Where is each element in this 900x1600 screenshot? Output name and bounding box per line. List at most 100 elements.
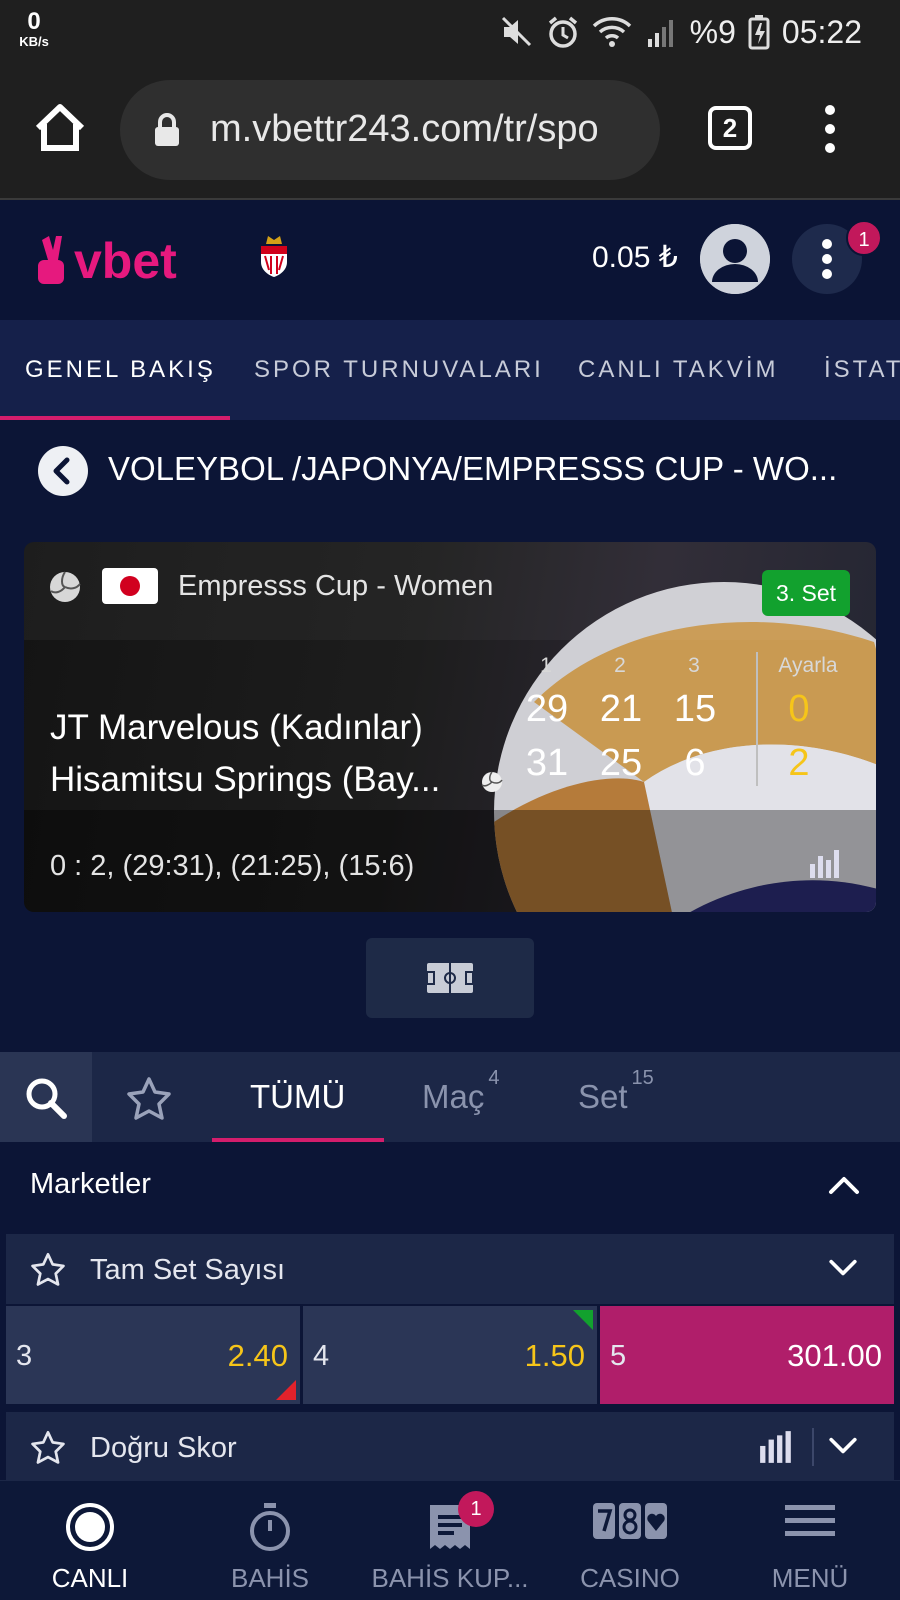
- match-scoreboard: Empresss Cup - Women 3. Set 1 2 3 Ayarla…: [24, 542, 876, 912]
- home-icon[interactable]: [32, 100, 88, 156]
- markets-title: Marketler: [30, 1168, 151, 1200]
- tab-set[interactable]: Set 15: [578, 1067, 654, 1116]
- home-set3-score: 15: [673, 688, 717, 730]
- home-total-sets: 0: [788, 688, 810, 730]
- team-home-name: JT Marvelous (Kadınlar): [50, 708, 423, 747]
- bottom-navigation: CANLI BAHİS BAHİS KUP... 1 CASINO MENÜ: [0, 1480, 900, 1600]
- nav-casino[interactable]: CASINO: [540, 1481, 720, 1600]
- home-set2-score: 21: [599, 688, 643, 730]
- tab-canli-takvim[interactable]: CANLI TAKVİM: [578, 356, 778, 384]
- user-avatar-icon[interactable]: [700, 224, 770, 294]
- away-set3-score: 6: [684, 742, 706, 784]
- league-name: Empresss Cup - Women: [178, 570, 494, 602]
- search-icon[interactable]: [0, 1052, 92, 1142]
- betslip-count-badge: 1: [458, 1491, 494, 1527]
- odd-label: 5: [610, 1340, 627, 1372]
- tab-istatistik[interactable]: İSTATİSTİK: [824, 356, 900, 384]
- current-set-badge: 3. Set: [762, 570, 850, 616]
- odds-down-indicator-icon: [276, 1380, 296, 1400]
- tab-tumu-label: TÜMÜ: [250, 1078, 346, 1115]
- nav-label: CANLI: [51, 1563, 129, 1593]
- markets-section-header[interactable]: Marketler: [0, 1142, 900, 1232]
- odd-button-5[interactable]: 5 301.00: [600, 1306, 894, 1404]
- total-header: Ayarla: [778, 654, 838, 677]
- status-bar: 0 KB/s %9 05:22: [0, 0, 900, 64]
- chevron-down-icon[interactable]: [828, 1258, 858, 1283]
- live-icon: [64, 1501, 116, 1558]
- tab-mac-count: 4: [488, 1067, 500, 1089]
- serving-indicator-icon: [480, 770, 504, 799]
- tab-tumu[interactable]: TÜMÜ: [250, 1078, 345, 1116]
- market-dogru-skor[interactable]: Doğru Skor: [6, 1412, 894, 1482]
- club-crest-icon: [258, 234, 290, 278]
- away-set2-score: 25: [599, 742, 643, 784]
- vbet-logo[interactable]: vbet: [36, 226, 216, 289]
- nav-canli[interactable]: CANLI: [0, 1481, 180, 1600]
- address-bar[interactable]: m.vbettr243.com/tr/spo: [120, 80, 660, 180]
- tab-mac[interactable]: Maç 4: [422, 1067, 499, 1116]
- nav-bahis[interactable]: BAHİS: [180, 1481, 360, 1600]
- statistics-icon[interactable]: [758, 1430, 794, 1469]
- battery-percent: %9: [689, 13, 736, 50]
- battery-charging-icon: [748, 14, 770, 50]
- section-tabs: GENEL BAKIŞ SPOR TURNUVALARI CANLI TAKVİ…: [0, 320, 900, 420]
- nav-label: CASINO: [580, 1563, 680, 1593]
- favorites-star-icon[interactable]: [126, 1076, 172, 1125]
- chevron-down-icon[interactable]: [828, 1436, 858, 1461]
- statistics-icon[interactable]: [808, 848, 842, 883]
- url-text: m.vbettr243.com/tr/spo: [210, 108, 599, 150]
- network-speed: 0 KB/s: [14, 10, 54, 49]
- breadcrumb-title: VOLEYBOL /JAPONYA/EMPRESSS CUP - WO...: [108, 450, 838, 487]
- team-away-name: Hisamitsu Springs (Bay...: [50, 760, 441, 799]
- stopwatch-icon: [246, 1501, 294, 1558]
- tab-mac-label: Maç: [422, 1078, 485, 1115]
- league-header: Empresss Cup - Women 3. Set: [24, 542, 876, 640]
- hamburger-icon: [785, 1501, 835, 1546]
- tab-genel-bakis[interactable]: GENEL BAKIŞ: [25, 356, 216, 384]
- odd-value: 2.40: [227, 1338, 288, 1373]
- score-summary: 0 : 2, (29:31), (21:25), (15:6): [50, 850, 415, 882]
- lock-icon: [154, 112, 180, 153]
- score-divider: [756, 652, 758, 786]
- wifi-icon: [592, 15, 632, 49]
- tab-spor-turnuvalari[interactable]: SPOR TURNUVALARI: [254, 356, 544, 384]
- notification-badge: 1: [846, 220, 882, 256]
- favorite-star-icon[interactable]: [30, 1430, 66, 1469]
- tab-switcher-button[interactable]: 2: [708, 106, 752, 150]
- odds-up-indicator-icon: [573, 1310, 593, 1330]
- odds-row: 3 2.40 4 1.50 5 301.00: [6, 1306, 894, 1404]
- clock: 05:22: [781, 13, 862, 50]
- alarm-icon: [546, 15, 580, 49]
- set-header-2: 2: [614, 654, 626, 677]
- nav-bahis-kuponu[interactable]: BAHİS KUP...: [360, 1481, 540, 1600]
- odd-value: 1.50: [524, 1338, 585, 1373]
- odd-value: 301.00: [787, 1338, 882, 1373]
- market-tam-set-sayisi[interactable]: Tam Set Sayısı: [6, 1234, 894, 1304]
- away-set1-score: 31: [525, 742, 569, 784]
- nav-menu[interactable]: MENÜ: [720, 1481, 900, 1600]
- app-header: vbet 0.05 ₺ 1: [0, 200, 900, 320]
- network-speed-unit: KB/s: [19, 34, 49, 49]
- odd-button-3[interactable]: 3 2.40: [6, 1306, 300, 1404]
- japan-flag-icon: [102, 568, 158, 604]
- field-view-button[interactable]: [366, 938, 534, 1018]
- logo-text: vbet: [74, 233, 177, 288]
- market-name: Doğru Skor: [90, 1432, 237, 1464]
- back-arrow-icon[interactable]: [38, 446, 88, 496]
- home-set1-score: 29: [525, 688, 569, 730]
- odd-button-4[interactable]: 4 1.50: [303, 1306, 597, 1404]
- browser-toolbar: m.vbettr243.com/tr/spo 2: [0, 64, 900, 200]
- account-balance[interactable]: 0.05 ₺: [592, 240, 678, 275]
- mute-icon: [500, 15, 534, 49]
- volleyball-icon: [48, 570, 82, 609]
- away-total-sets: 2: [788, 742, 810, 784]
- tab-set-label: Set: [578, 1078, 628, 1115]
- odd-label: 3: [16, 1340, 33, 1372]
- nav-label: BAHİS: [230, 1563, 310, 1593]
- nav-label: MENÜ: [771, 1563, 849, 1593]
- chevron-up-icon[interactable]: [828, 1174, 860, 1201]
- signal-icon: [644, 15, 678, 49]
- slot-777-icon: [592, 1501, 668, 1546]
- favorite-star-icon[interactable]: [30, 1252, 66, 1291]
- browser-menu-icon[interactable]: [820, 102, 840, 156]
